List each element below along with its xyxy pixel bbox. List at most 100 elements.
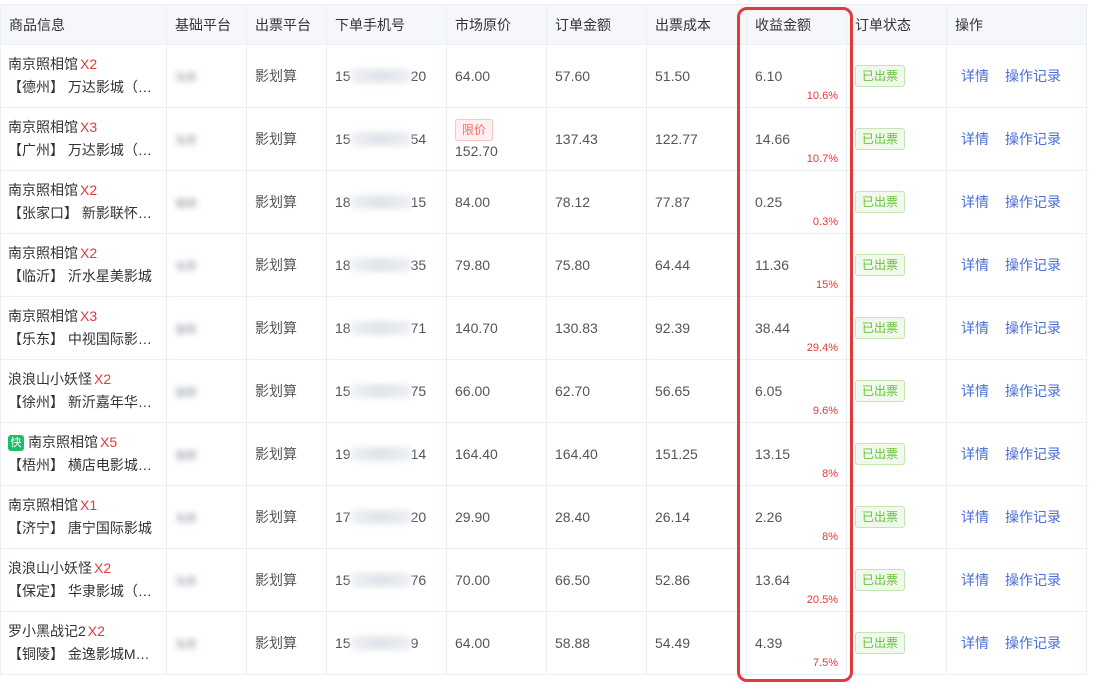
cinema-name: 【乐东】 中视国际影…: [8, 331, 152, 347]
ticket-cost-cell: 52.86: [646, 548, 747, 612]
ticket-platform-cell: 影划算: [246, 359, 327, 423]
detail-link[interactable]: 详情: [961, 635, 989, 651]
movie-name: 罗小黑战记2: [8, 623, 86, 639]
base-platform-cell: 淘票: [166, 611, 247, 675]
order-status-cell: 已出票: [846, 107, 947, 171]
phone-suffix: 71: [410, 320, 427, 336]
status-badge: 已出票: [855, 632, 906, 654]
profit-cell: 2.26 8%: [746, 485, 847, 549]
ticket-platform-cell: 影划算: [246, 611, 327, 675]
movie-name: 南京照相馆: [8, 308, 78, 324]
orders-table: 商品信息 基础平台 出票平台 下单手机号 市场原价 订单金额 出票成本 收益金额…: [0, 4, 1087, 675]
phone-prefix: 15: [335, 68, 351, 84]
base-platform-blurred: 猫眼: [175, 323, 197, 336]
ticket-cost-cell: 54.49: [646, 611, 747, 675]
header-product-info: 商品信息: [0, 4, 167, 45]
cinema-name: 【保定】 华隶影城（…: [8, 583, 152, 599]
ticket-platform-cell: 影划算: [246, 296, 327, 360]
base-platform-cell: 猫眼: [166, 296, 247, 360]
profit-cell: 6.05 9.6%: [746, 359, 847, 423]
ticket-platform-cell: 影划算: [246, 44, 327, 108]
operation-log-link[interactable]: 操作记录: [1005, 572, 1061, 588]
phone-suffix: 14: [410, 446, 427, 462]
base-platform-cell: 淘票: [166, 485, 247, 549]
phone-suffix: 20: [410, 509, 427, 525]
actions-cell: 详情 操作记录: [946, 359, 1087, 423]
detail-link[interactable]: 详情: [961, 572, 989, 588]
actions-cell: 详情 操作记录: [946, 107, 1087, 171]
detail-link[interactable]: 详情: [961, 320, 989, 336]
detail-link[interactable]: 详情: [961, 509, 989, 525]
actions-cell: 详情 操作记录: [946, 233, 1087, 297]
status-badge: 已出票: [855, 128, 906, 150]
market-price-value: 64.00: [455, 68, 491, 84]
product-info-cell: 浪浪山小妖怪 X2 【徐州】 新沂嘉年华…: [0, 359, 167, 423]
profit-cell: 6.10 10.6%: [746, 44, 847, 108]
order-status-cell: 已出票: [846, 233, 947, 297]
order-amount-cell: 130.83: [546, 296, 647, 360]
operation-log-link[interactable]: 操作记录: [1005, 320, 1061, 336]
detail-link[interactable]: 详情: [961, 194, 989, 210]
profit-cell: 11.36 15%: [746, 233, 847, 297]
phone-masked-digits: [350, 636, 411, 650]
phone-prefix: 19: [335, 446, 351, 462]
profit-rate: 15%: [815, 279, 838, 291]
base-platform-blurred: 猫眼: [175, 449, 197, 462]
detail-link[interactable]: 详情: [961, 446, 989, 462]
ticket-platform-cell: 影划算: [246, 233, 327, 297]
detail-link[interactable]: 详情: [961, 383, 989, 399]
order-phone-cell: 18 71: [326, 296, 447, 360]
operation-log-link[interactable]: 操作记录: [1005, 635, 1061, 651]
operation-log-link[interactable]: 操作记录: [1005, 257, 1061, 273]
ticket-platform-cell: 影划算: [246, 170, 327, 234]
profit-rate: 29.4%: [806, 342, 838, 354]
phone-masked-digits: [350, 573, 411, 587]
profit-amount: 38.44: [755, 320, 791, 336]
operation-log-link[interactable]: 操作记录: [1005, 194, 1061, 210]
profit-amount: 2.26: [755, 509, 783, 525]
actions-cell: 详情 操作记录: [946, 548, 1087, 612]
orders-table-container: 商品信息 基础平台 出票平台 下单手机号 市场原价 订单金额 出票成本 收益金额…: [0, 4, 1087, 675]
ticket-cost-cell: 122.77: [646, 107, 747, 171]
actions-cell: 详情 操作记录: [946, 44, 1087, 108]
phone-prefix: 15: [335, 635, 351, 651]
ticket-cost-cell: 56.65: [646, 359, 747, 423]
table-header-row: 商品信息 基础平台 出票平台 下单手机号 市场原价 订单金额 出票成本 收益金额…: [0, 4, 1087, 45]
operation-log-link[interactable]: 操作记录: [1005, 131, 1061, 147]
profit-amount: 4.39: [755, 635, 783, 651]
base-platform-blurred: 淘票: [175, 575, 197, 588]
header-base-platform: 基础平台: [166, 4, 247, 45]
base-platform-blurred: 淘票: [175, 134, 197, 147]
profit-amount: 14.66: [755, 131, 791, 147]
movie-name: 南京照相馆: [8, 497, 78, 513]
profit-rate: 0.3%: [812, 216, 838, 228]
operation-log-link[interactable]: 操作记录: [1005, 509, 1061, 525]
table-row: 南京照相馆 X3 【乐东】 中视国际影… 猫眼 影划算 18 71 140.70 130.83 9…: [0, 296, 1087, 360]
product-info-cell: 南京照相馆 X2 【张家口】 新影联怀…: [0, 170, 167, 234]
operation-log-link[interactable]: 操作记录: [1005, 446, 1061, 462]
order-phone-cell: 15 9: [326, 611, 447, 675]
order-status-cell: 已出票: [846, 44, 947, 108]
profit-rate: 9.6%: [812, 405, 838, 417]
order-amount-cell: 58.88: [546, 611, 647, 675]
header-order-phone: 下单手机号: [326, 4, 447, 45]
table-row: 罗小黑战记2 X2 【铜陵】 金逸影城M… 淘票 影划算 15 9 64.00 58.88 54.…: [0, 611, 1087, 675]
market-price-cell: 164.40: [446, 422, 547, 486]
ticket-quantity: X2: [80, 245, 98, 261]
detail-link[interactable]: 详情: [961, 257, 989, 273]
market-price-value: 29.90: [455, 509, 491, 525]
status-badge: 已出票: [855, 191, 906, 213]
status-badge: 已出票: [855, 569, 906, 591]
ticket-quantity: X1: [80, 497, 98, 513]
phone-suffix: 75: [410, 383, 427, 399]
operation-log-link[interactable]: 操作记录: [1005, 68, 1061, 84]
detail-link[interactable]: 详情: [961, 131, 989, 147]
base-platform-blurred: 猫眼: [175, 386, 197, 399]
base-platform-cell: 淘票: [166, 107, 247, 171]
operation-log-link[interactable]: 操作记录: [1005, 383, 1061, 399]
status-badge: 已出票: [855, 443, 906, 465]
detail-link[interactable]: 详情: [961, 68, 989, 84]
status-badge: 已出票: [855, 65, 906, 87]
phone-prefix: 18: [335, 320, 351, 336]
order-phone-cell: 15 75: [326, 359, 447, 423]
